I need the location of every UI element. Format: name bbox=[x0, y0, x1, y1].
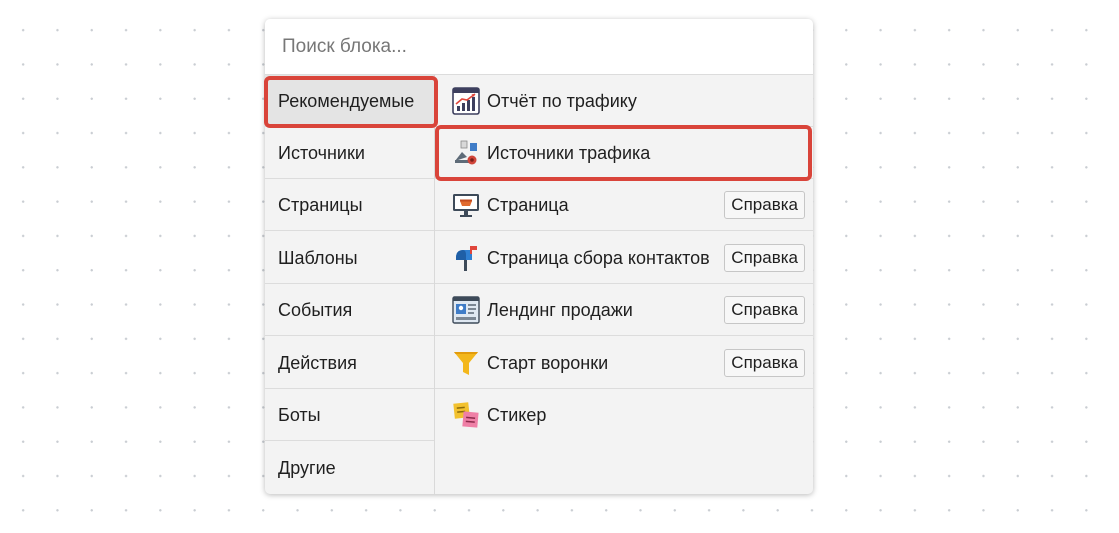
category-pages[interactable]: Страницы bbox=[265, 179, 434, 231]
category-other[interactable]: Другие bbox=[265, 442, 434, 494]
category-list: Рекомендуемые Источники Страницы Шаблоны… bbox=[265, 75, 435, 494]
block-label: Отчёт по трафику bbox=[487, 91, 637, 111]
block-label: Лендинг продажи bbox=[487, 300, 633, 320]
category-events[interactable]: События bbox=[265, 284, 434, 336]
traffic-sources-icon bbox=[455, 140, 477, 165]
block-label: Источники трафика bbox=[487, 143, 651, 163]
block-item-traffic-report[interactable]: Отчёт по трафику bbox=[435, 75, 813, 127]
landing-page-icon bbox=[452, 296, 480, 324]
block-item-sticker[interactable]: Стикер bbox=[435, 389, 813, 441]
block-item-contact-page[interactable]: Страница сбора контактов Справка bbox=[435, 232, 813, 284]
category-bots[interactable]: Боты bbox=[265, 389, 434, 441]
help-button[interactable]: Справка bbox=[724, 191, 805, 219]
category-sources[interactable]: Источники bbox=[265, 127, 434, 179]
block-list: Отчёт по трафику Источники трафика Стран… bbox=[435, 75, 813, 494]
monitor-page-icon bbox=[453, 194, 479, 217]
funnel-icon bbox=[454, 352, 478, 375]
block-item-traffic-sources[interactable]: Источники трафика bbox=[435, 127, 813, 179]
help-button[interactable]: Справка bbox=[724, 296, 805, 324]
block-picker-panel: Рекомендуемые Источники Страницы Шаблоны… bbox=[265, 19, 813, 494]
help-button[interactable]: Справка bbox=[724, 244, 805, 272]
block-label: Страница bbox=[487, 195, 569, 215]
block-label: Стикер bbox=[487, 405, 547, 425]
chart-report-icon bbox=[452, 87, 480, 115]
search-input[interactable] bbox=[265, 19, 813, 75]
block-label: Страница сбора контактов bbox=[487, 248, 710, 268]
sticky-notes-icon bbox=[453, 402, 479, 428]
help-button[interactable]: Справка bbox=[724, 349, 805, 377]
block-label: Старт воронки bbox=[487, 353, 609, 373]
block-item-funnel-start[interactable]: Старт воронки Справка bbox=[435, 337, 813, 389]
category-actions[interactable]: Действия bbox=[265, 337, 434, 389]
mailbox-icon bbox=[456, 246, 477, 271]
category-recommended[interactable]: Рекомендуемые bbox=[265, 75, 434, 127]
category-templates[interactable]: Шаблоны bbox=[265, 232, 434, 284]
block-item-sales-landing[interactable]: Лендинг продажи Справка bbox=[435, 284, 813, 336]
block-item-page[interactable]: Страница Справка bbox=[435, 179, 813, 231]
